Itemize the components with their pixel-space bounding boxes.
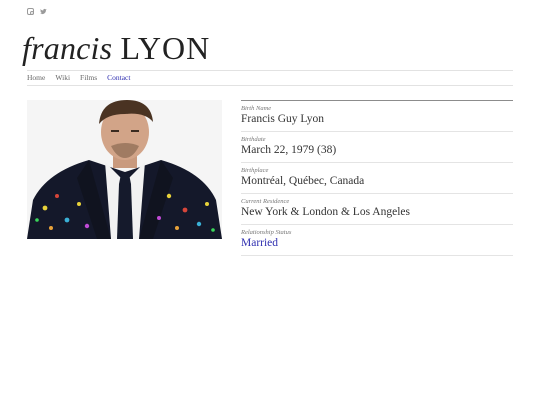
fact-value: Montréal, Québec, Canada (241, 175, 365, 187)
header-divider (27, 70, 513, 71)
relationship-status-link[interactable]: Married (241, 237, 513, 250)
site-title[interactable]: francis LYON (22, 30, 210, 67)
site-title-first-name: francis (22, 30, 113, 66)
fact-label: Current Residence (241, 198, 290, 205)
fact-value: March 22, 1979 (38) (241, 144, 337, 156)
fact-relationship-status: Relationship Status Married (241, 225, 513, 256)
fact-label: Birthdate (241, 136, 266, 143)
fact-label: Relationship Status (241, 229, 292, 236)
main-nav: Home Wiki Films Contact (27, 73, 130, 82)
fact-label: Birth Name (241, 105, 272, 112)
fact-birthplace: Birthplace Montréal, Québec, Canada (241, 163, 513, 194)
nav-item-films[interactable]: Films (80, 73, 97, 82)
nav-item-contact[interactable]: Contact (107, 73, 130, 82)
fact-birthdate: Birthdate March 22, 1979 (38) (241, 132, 513, 163)
nav-divider (27, 85, 513, 86)
nav-item-home[interactable]: Home (27, 73, 45, 82)
fact-current-residence: Current Residence New York & London & Lo… (241, 194, 513, 225)
nav-item-wiki[interactable]: Wiki (55, 73, 70, 82)
fact-value: Francis Guy Lyon (241, 113, 325, 125)
instagram-icon[interactable] (27, 8, 34, 15)
twitter-icon[interactable] (40, 8, 47, 15)
social-links (27, 8, 47, 15)
fact-value: New York & London & Los Angeles (241, 206, 410, 218)
fact-birth-name: Birth Name Francis Guy Lyon (241, 101, 513, 132)
fact-label: Birthplace (241, 167, 269, 174)
site-title-last-name: LYON (120, 30, 211, 66)
profile-facts: Birth Name Francis Guy Lyon Birthdate Ma… (241, 100, 513, 256)
profile-photo (27, 100, 222, 239)
